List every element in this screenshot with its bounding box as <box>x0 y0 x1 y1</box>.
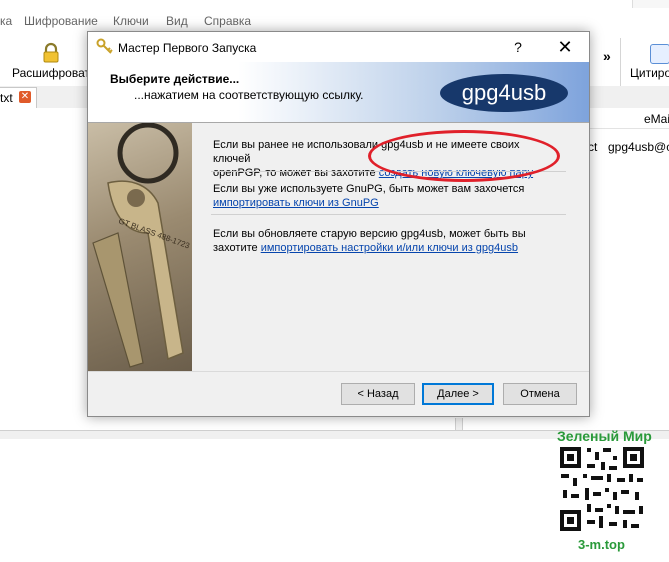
footer-divider <box>88 371 589 372</box>
wizard-header: Выберите действие... ...нажатием на соот… <box>88 62 589 123</box>
dialog-titlebar: Мастер Первого Запуска ? ✕ <box>88 32 589 62</box>
document-tab-label: txt <box>0 91 13 105</box>
option-import-gnupg-line2: импортировать ключи из GnuPG <box>213 196 558 210</box>
first-run-wizard-dialog: Мастер Первого Запуска ? ✕ Выберите дейс… <box>87 31 590 417</box>
option-import-gpg4usb-line2: захотите импортировать настройки и/или к… <box>213 241 558 255</box>
option-divider <box>211 214 566 215</box>
lock-icon[interactable] <box>40 42 62 64</box>
quote-icon[interactable] <box>650 44 669 64</box>
wizard-header-title: Выберите действие... <box>110 72 240 86</box>
option-import-gpg4usb: Если вы обновляете старую версию gpg4usb… <box>213 227 558 255</box>
menu-item-keys[interactable]: Ключи <box>113 14 149 28</box>
window-control-strip <box>632 0 669 8</box>
help-button[interactable]: ? <box>506 35 530 59</box>
key-list-header: eMai <box>590 108 669 129</box>
watermark-title: Зеленый Мир <box>557 428 652 444</box>
option-import-gpg4usb-prefix: захотите <box>213 242 261 254</box>
menu-item-encryption[interactable]: Шифрование <box>24 14 98 28</box>
dialog-title: Мастер Первого Запуска <box>118 41 257 55</box>
next-button[interactable]: Далее > <box>422 383 494 405</box>
option-new-keypair-prefix: openPGP, то может вы захотите <box>213 167 379 179</box>
import-gnupg-link[interactable]: импортировать ключи из GnuPG <box>213 197 379 209</box>
toolbar-overflow-button[interactable]: » <box>603 48 611 64</box>
key-list-email-cell[interactable]: gpg4usb@c <box>608 140 669 154</box>
import-gpg4usb-link[interactable]: импортировать настройки и/или ключи из g… <box>261 242 518 254</box>
keys-photo: GT BLASS 488-1723 <box>88 123 192 371</box>
close-button[interactable]: ✕ <box>550 35 580 59</box>
annotation-ellipse <box>368 130 560 182</box>
wizard-header-subtitle: ...нажатием на соответствующую ссылку. <box>134 88 364 102</box>
back-button[interactable]: < Назад <box>341 383 415 405</box>
menu-item-help[interactable]: Справка <box>204 14 251 28</box>
document-tab[interactable]: txt ✕ <box>0 87 37 109</box>
cancel-button[interactable]: Отмена <box>503 383 577 405</box>
quote-button-label[interactable]: Цитиро <box>630 66 669 80</box>
option-import-gnupg: Если вы уже используете GnuPG, быть може… <box>213 182 558 210</box>
gpg4usb-logo: gpg4usb <box>440 74 568 112</box>
option-import-gpg4usb-line1: Если вы обновляете старую версию gpg4usb… <box>213 228 526 240</box>
close-tab-icon[interactable]: ✕ <box>19 91 31 103</box>
email-column-header[interactable]: eMai <box>644 112 669 126</box>
toolbar-divider <box>620 38 621 86</box>
option-import-gnupg-line1: Если вы уже используете GnuPG, быть може… <box>213 183 525 195</box>
menu-item-file[interactable]: ка <box>0 14 12 28</box>
decrypt-button-label[interactable]: Расшифровать <box>12 66 96 80</box>
logo-text: gpg4usb <box>461 80 547 105</box>
qr-code <box>557 444 647 534</box>
watermark-url: 3-m.top <box>578 537 625 552</box>
menu-item-view[interactable]: Вид <box>166 14 188 28</box>
key-app-icon <box>96 38 114 56</box>
